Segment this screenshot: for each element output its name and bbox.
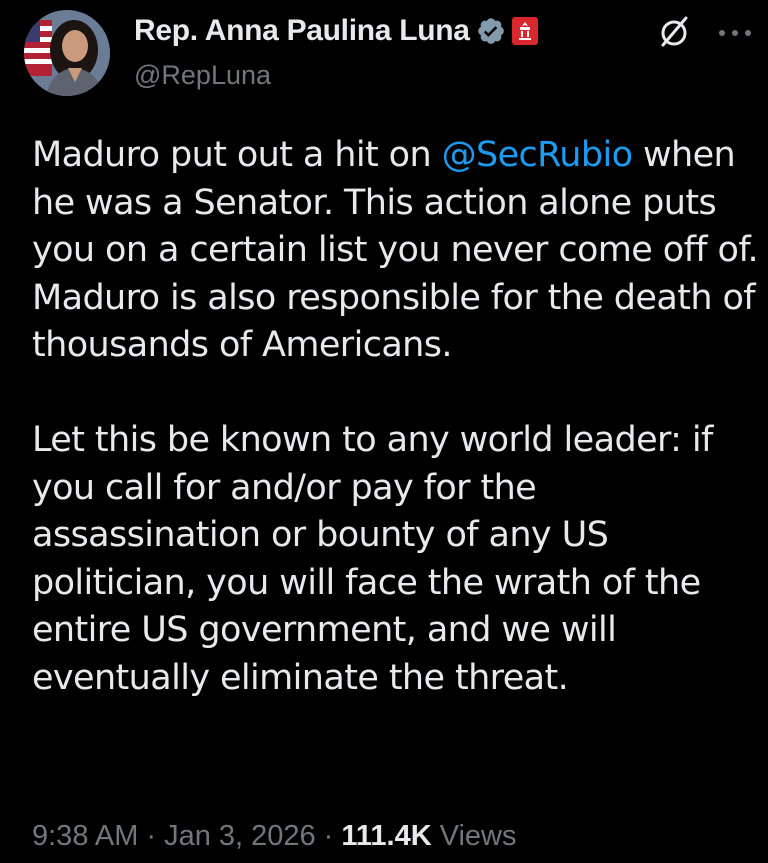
views-count[interactable]: 111.4K [341,820,431,853]
tweet-paragraph-2: Let this be known to any world leader: i… [32,420,713,698]
author-handle[interactable]: @RepLuna [134,60,271,91]
tweet-metadata: 9:38 AM · Jan 3, 2026 · 111.4K Views [32,820,517,853]
separator-dot: · [146,820,157,852]
tweet-text-segment: Maduro put out a hit on [32,135,442,175]
tweet-paragraph-1: Maduro put out a hit on @SecRubio when h… [32,132,762,370]
views-label: Views [439,820,517,852]
tweet-text: Maduro put out a hit on @SecRubio when h… [32,132,762,702]
grok-icon[interactable] [654,12,694,52]
mention-link[interactable]: @SecRubio [442,135,633,175]
name-row: Rep. Anna Paulina Luna [134,14,538,48]
verified-badge-icon [476,16,506,46]
tweet-header: Rep. Anna Paulina Luna @RepLuna [22,8,762,98]
separator-dot: · [323,820,334,852]
avatar[interactable] [24,10,110,96]
tweet-date[interactable]: Jan 3, 2026 [164,820,316,853]
author-display-name[interactable]: Rep. Anna Paulina Luna [134,14,470,48]
tweet-time[interactable]: 9:38 AM [32,820,138,853]
more-options-icon[interactable] [712,18,758,48]
government-badge-icon [511,17,538,45]
